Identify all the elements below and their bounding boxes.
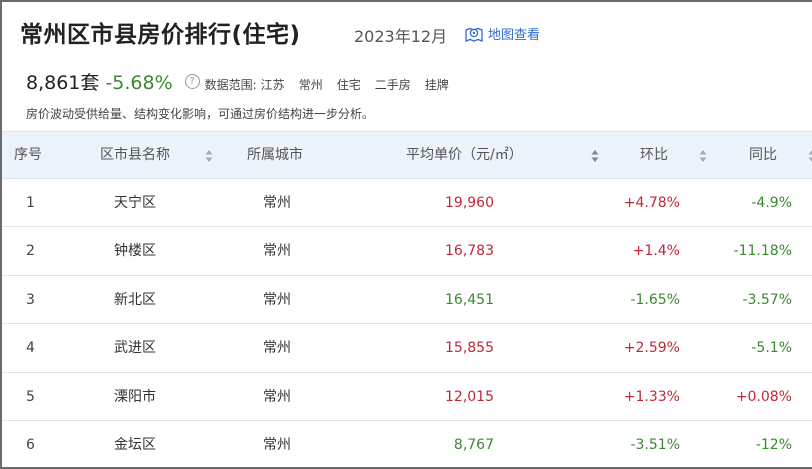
scope-market: 二手房 [374, 78, 411, 92]
question-circle-icon[interactable]: ? [184, 74, 200, 89]
table-row[interactable]: 2 钟楼区 常州 16,783 +1.4% -11.18% [2, 227, 812, 276]
map-view-label: 地图查看 [488, 28, 541, 43]
column-index: 序号 [14, 147, 42, 163]
avg-price: 12,015 [445, 388, 494, 405]
column-price[interactable]: 平均单价（元/㎡） [406, 132, 523, 179]
yoy-change: -4.9% [751, 195, 792, 211]
table-row[interactable]: 3 新北区 常州 16,451 -1.65% -3.57% [2, 276, 812, 325]
summary-line: 8,861套 -5.68% ? 数据范围: 江苏 常州 住宅 二手房 挂牌 [26, 68, 449, 95]
avg-price: 16,783 [445, 243, 494, 260]
district-name[interactable]: 武进区 [114, 324, 156, 372]
table-row[interactable]: 6 金坛区 常州 8,767 -3.51% -12% [2, 421, 812, 467]
avg-price: 15,855 [445, 340, 494, 357]
map-view-link[interactable]: 地图查看 [464, 24, 540, 43]
district-name[interactable]: 新北区 [114, 276, 156, 324]
mom-change: -1.65% [630, 291, 680, 308]
table-row[interactable]: 4 武进区 常州 15,855 +2.59% -5.1% [2, 324, 812, 373]
table-row[interactable]: 5 溧阳市 常州 12,015 +1.33% +0.08% [2, 373, 812, 421]
ranking-table: 序号 区市县名称 所属城市 平均单价（元/㎡） 环比 同比 1 天宁区 常州 1… [2, 131, 812, 467]
column-mom[interactable]: 环比 [640, 132, 668, 179]
scope-city: 常州 [298, 78, 323, 92]
city-name: 常州 [263, 243, 291, 260]
row-index: 1 [26, 195, 35, 211]
avg-price: 8,767 [453, 436, 494, 453]
scope-province: 江苏 [260, 78, 285, 92]
data-scope-label: 数据范围: [204, 78, 257, 92]
yoy-change: -12% [755, 436, 792, 453]
row-index: 4 [26, 340, 35, 357]
table-header: 序号 区市县名称 所属城市 平均单价（元/㎡） 环比 同比 [2, 131, 812, 179]
table-row[interactable]: 1 天宁区 常州 19,960 +4.78% -4.9% [2, 179, 812, 228]
sort-arrows-icon[interactable] [699, 149, 707, 163]
scope-property-type: 住宅 [336, 78, 361, 92]
panel-header: 常州区市县房价排行(住宅) 2023年12月 地图查看 8,861套 -5.68… [2, 2, 812, 130]
district-name[interactable]: 溧阳市 [114, 373, 156, 421]
avg-price: 16,451 [445, 291, 494, 308]
district-name[interactable]: 金坛区 [114, 421, 156, 467]
column-city: 所属城市 [247, 147, 303, 163]
column-name[interactable]: 区市县名称 [100, 132, 170, 179]
map-pin-icon [465, 27, 483, 42]
mom-change: +2.59% [623, 340, 680, 357]
page-title: 常州区市县房价排行(住宅) [20, 22, 301, 48]
sort-arrows-icon[interactable] [591, 149, 599, 163]
report-date: 2023年12月 [354, 27, 448, 46]
yoy-change: +0.08% [735, 388, 792, 405]
sort-arrows-icon[interactable] [808, 149, 812, 163]
sort-arrows-icon[interactable] [205, 149, 213, 163]
row-index: 6 [26, 436, 35, 453]
mom-change: -3.51% [630, 436, 680, 453]
price-change: -5.68% [105, 72, 173, 94]
district-name[interactable]: 钟楼区 [114, 227, 156, 275]
total-listings: 8,861套 [26, 72, 100, 94]
row-index: 5 [26, 388, 35, 405]
mom-change: +1.4% [632, 243, 680, 260]
mom-change: +4.78% [623, 195, 680, 211]
avg-price: 19,960 [445, 195, 494, 211]
column-yoy[interactable]: 同比 [749, 132, 777, 179]
row-index: 2 [26, 243, 35, 260]
ranking-panel: 常州区市县房价排行(住宅) 2023年12月 地图查看 8,861套 -5.68… [0, 0, 812, 469]
district-name[interactable]: 天宁区 [114, 179, 156, 227]
mom-change: +1.33% [623, 388, 680, 405]
yoy-change: -3.57% [742, 291, 792, 308]
city-name: 常州 [263, 388, 291, 405]
city-name: 常州 [263, 291, 291, 308]
yoy-change: -11.18% [733, 243, 792, 260]
city-name: 常州 [263, 195, 291, 211]
analysis-note: 房价波动受供给量、结构变化影响，可通过房价结构进一步分析。 [26, 107, 375, 121]
city-name: 常州 [263, 436, 291, 453]
yoy-change: -5.1% [751, 340, 792, 357]
row-index: 3 [26, 291, 35, 308]
city-name: 常州 [263, 340, 291, 357]
scope-price-source: 挂牌 [424, 78, 449, 92]
